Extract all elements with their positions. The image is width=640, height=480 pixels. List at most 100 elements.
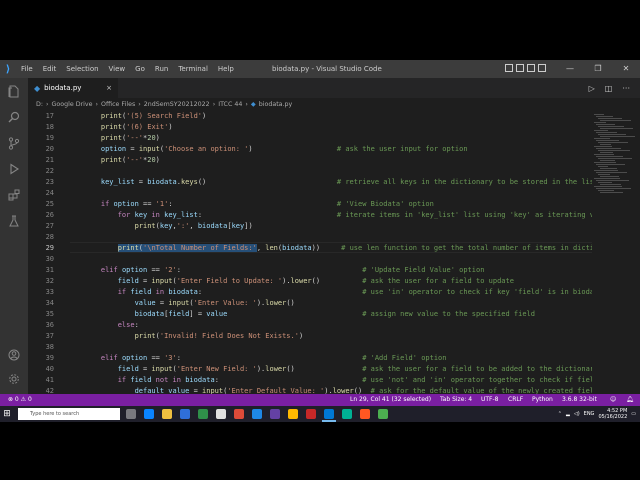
- interpreter-status[interactable]: 3.6.8 32-bit: [562, 394, 597, 406]
- menu-run[interactable]: Run: [150, 65, 173, 73]
- menu-edit[interactable]: Edit: [38, 65, 62, 73]
- minimap-line: [600, 152, 613, 153]
- menu-file[interactable]: File: [16, 65, 38, 73]
- source-control-icon[interactable]: [0, 132, 28, 154]
- excel-icon[interactable]: [198, 409, 208, 419]
- maximize-button[interactable]: ❐: [584, 60, 612, 78]
- windows-start-icon[interactable]: ⊞: [2, 409, 12, 419]
- tab-biodata-py[interactable]: ◆ biodata.py ×: [28, 78, 118, 98]
- breadcrumb-semester[interactable]: 2ndSemSY20212022: [144, 101, 210, 108]
- code-line[interactable]: option = input('Choose an option: ') # a…: [84, 144, 468, 155]
- tab-size-status[interactable]: Tab Size: 4: [440, 394, 472, 406]
- app-icon[interactable]: [378, 409, 388, 419]
- acrobat-icon[interactable]: [306, 409, 316, 419]
- minimize-button[interactable]: —: [556, 60, 584, 78]
- menu-help[interactable]: Help: [213, 65, 239, 73]
- search-icon[interactable]: [0, 106, 28, 128]
- account-icon[interactable]: [0, 344, 28, 366]
- feedback-icon[interactable]: ☺: [610, 394, 616, 406]
- code-line[interactable]: print('--'*20): [84, 133, 160, 144]
- encoding-status[interactable]: UTF-8: [481, 394, 499, 406]
- sticky-notes-icon[interactable]: [288, 409, 298, 419]
- code-line[interactable]: print('--'*20): [84, 155, 160, 166]
- minimap-line: [600, 192, 623, 193]
- code-line[interactable]: if option == '1': # 'View Biodata' optio…: [84, 199, 434, 210]
- code-line[interactable]: print('(5) Search Field'): [84, 111, 206, 122]
- teams-icon[interactable]: [270, 409, 280, 419]
- tray-overflow-icon[interactable]: ⌃: [558, 411, 562, 417]
- network-icon[interactable]: ▂: [566, 411, 570, 417]
- menu-terminal[interactable]: Terminal: [173, 65, 213, 73]
- tab-close-icon[interactable]: ×: [106, 84, 112, 92]
- code-line[interactable]: if field in biodata: # use 'in' operator…: [84, 287, 592, 298]
- task-view-icon[interactable]: [126, 409, 136, 419]
- volume-icon[interactable]: ◁): [574, 411, 580, 417]
- minimap-line: [596, 124, 615, 125]
- split-editor-icon[interactable]: ◫: [605, 84, 613, 93]
- toggle-sidebar-icon[interactable]: [505, 64, 513, 72]
- gear-icon[interactable]: [0, 368, 28, 390]
- breadcrumb-drive[interactable]: D:: [36, 101, 43, 108]
- more-actions-icon[interactable]: ···: [622, 84, 630, 93]
- code-line[interactable]: elif option == '2': # 'Update Field Valu…: [84, 265, 485, 276]
- line-number: 26: [45, 211, 54, 219]
- mail-icon[interactable]: [252, 409, 262, 419]
- toggle-panel-icon[interactable]: [516, 64, 524, 72]
- chrome-icon[interactable]: [234, 409, 244, 419]
- code-line[interactable]: field = input('Enter New Field: ').lower…: [84, 364, 592, 375]
- code-line[interactable]: value = input('Enter Value: ').lower(): [84, 298, 295, 309]
- code-line[interactable]: default_value = input('Enter Default Val…: [84, 386, 592, 394]
- menu-go[interactable]: Go: [130, 65, 150, 73]
- code-line[interactable]: if field not in biodata: # use 'not' and…: [84, 375, 592, 386]
- code-editor[interactable]: print('(5) Search Field') print('(6) Exi…: [84, 110, 592, 394]
- code-line[interactable]: print('(6) Exit'): [84, 122, 173, 133]
- run-debug-icon[interactable]: [0, 158, 28, 180]
- action-center-icon[interactable]: ▭: [631, 411, 636, 417]
- toggle-secondary-sidebar-icon[interactable]: [527, 64, 535, 72]
- vertical-scrollbar[interactable]: [636, 110, 640, 394]
- code-line[interactable]: print('Invalid! Field Does Not Exists.'): [84, 331, 304, 342]
- store-icon[interactable]: [216, 409, 226, 419]
- tab-label: biodata.py: [44, 84, 82, 92]
- customize-layout-icon[interactable]: [538, 64, 546, 72]
- edge-icon[interactable]: [144, 409, 154, 419]
- code-line[interactable]: for key in key_list: # iterate items in …: [84, 210, 592, 221]
- menu-selection[interactable]: Selection: [61, 65, 103, 73]
- minimap-line: [598, 190, 614, 191]
- code-line[interactable]: field = input('Enter Field to Update: ')…: [84, 276, 514, 287]
- minimap-line: [596, 132, 617, 133]
- problems-status[interactable]: ⊗ 0 ⚠ 0: [8, 394, 32, 406]
- language-status[interactable]: Python: [532, 394, 553, 406]
- run-python-file-icon[interactable]: ▷: [589, 84, 595, 93]
- powerpoint-icon[interactable]: [360, 409, 370, 419]
- file-explorer-icon[interactable]: [162, 409, 172, 419]
- close-button[interactable]: ✕: [612, 60, 640, 78]
- extensions-icon[interactable]: [0, 184, 28, 206]
- breadcrumb-office-files[interactable]: Office Files: [101, 101, 135, 108]
- vscode-taskbar-icon[interactable]: [324, 409, 334, 419]
- code-line[interactable]: else:: [84, 320, 139, 331]
- code-line[interactable]: print(key,':', biodata[key]): [84, 221, 253, 232]
- testing-icon[interactable]: [0, 210, 28, 232]
- minimap[interactable]: [592, 110, 636, 394]
- code-line[interactable]: biodata[field] = value # assign new valu…: [84, 309, 535, 320]
- clock[interactable]: 4:52 PM 05/16/2022: [598, 408, 627, 420]
- code-line[interactable]: key_list = biodata.keys() # retrieve all…: [84, 177, 592, 188]
- menu-view[interactable]: View: [104, 65, 131, 73]
- line-number: 28: [45, 233, 54, 241]
- breadcrumb-course[interactable]: ITCC 44: [218, 101, 242, 108]
- taskbar-search-input[interactable]: Type here to search: [18, 408, 120, 420]
- code-line[interactable]: print('\nTotal Number of Fields:', len(b…: [84, 243, 592, 254]
- word-icon[interactable]: [180, 409, 190, 419]
- clock-date: 05/16/2022: [598, 414, 628, 420]
- code-line[interactable]: elif option == '3': # 'Add Field' option: [84, 353, 447, 364]
- breadcrumb-file[interactable]: biodata.py: [259, 101, 293, 108]
- activity-bar: [0, 78, 28, 402]
- breadcrumb-google-drive[interactable]: Google Drive: [52, 101, 93, 108]
- photos-icon[interactable]: [342, 409, 352, 419]
- eol-status[interactable]: CRLF: [508, 394, 523, 406]
- cursor-position-status[interactable]: Ln 29, Col 41 (32 selected): [350, 394, 431, 406]
- input-language[interactable]: ENG: [584, 411, 595, 417]
- notifications-icon[interactable]: 🔔︎: [626, 394, 634, 406]
- explorer-icon[interactable]: [0, 80, 28, 102]
